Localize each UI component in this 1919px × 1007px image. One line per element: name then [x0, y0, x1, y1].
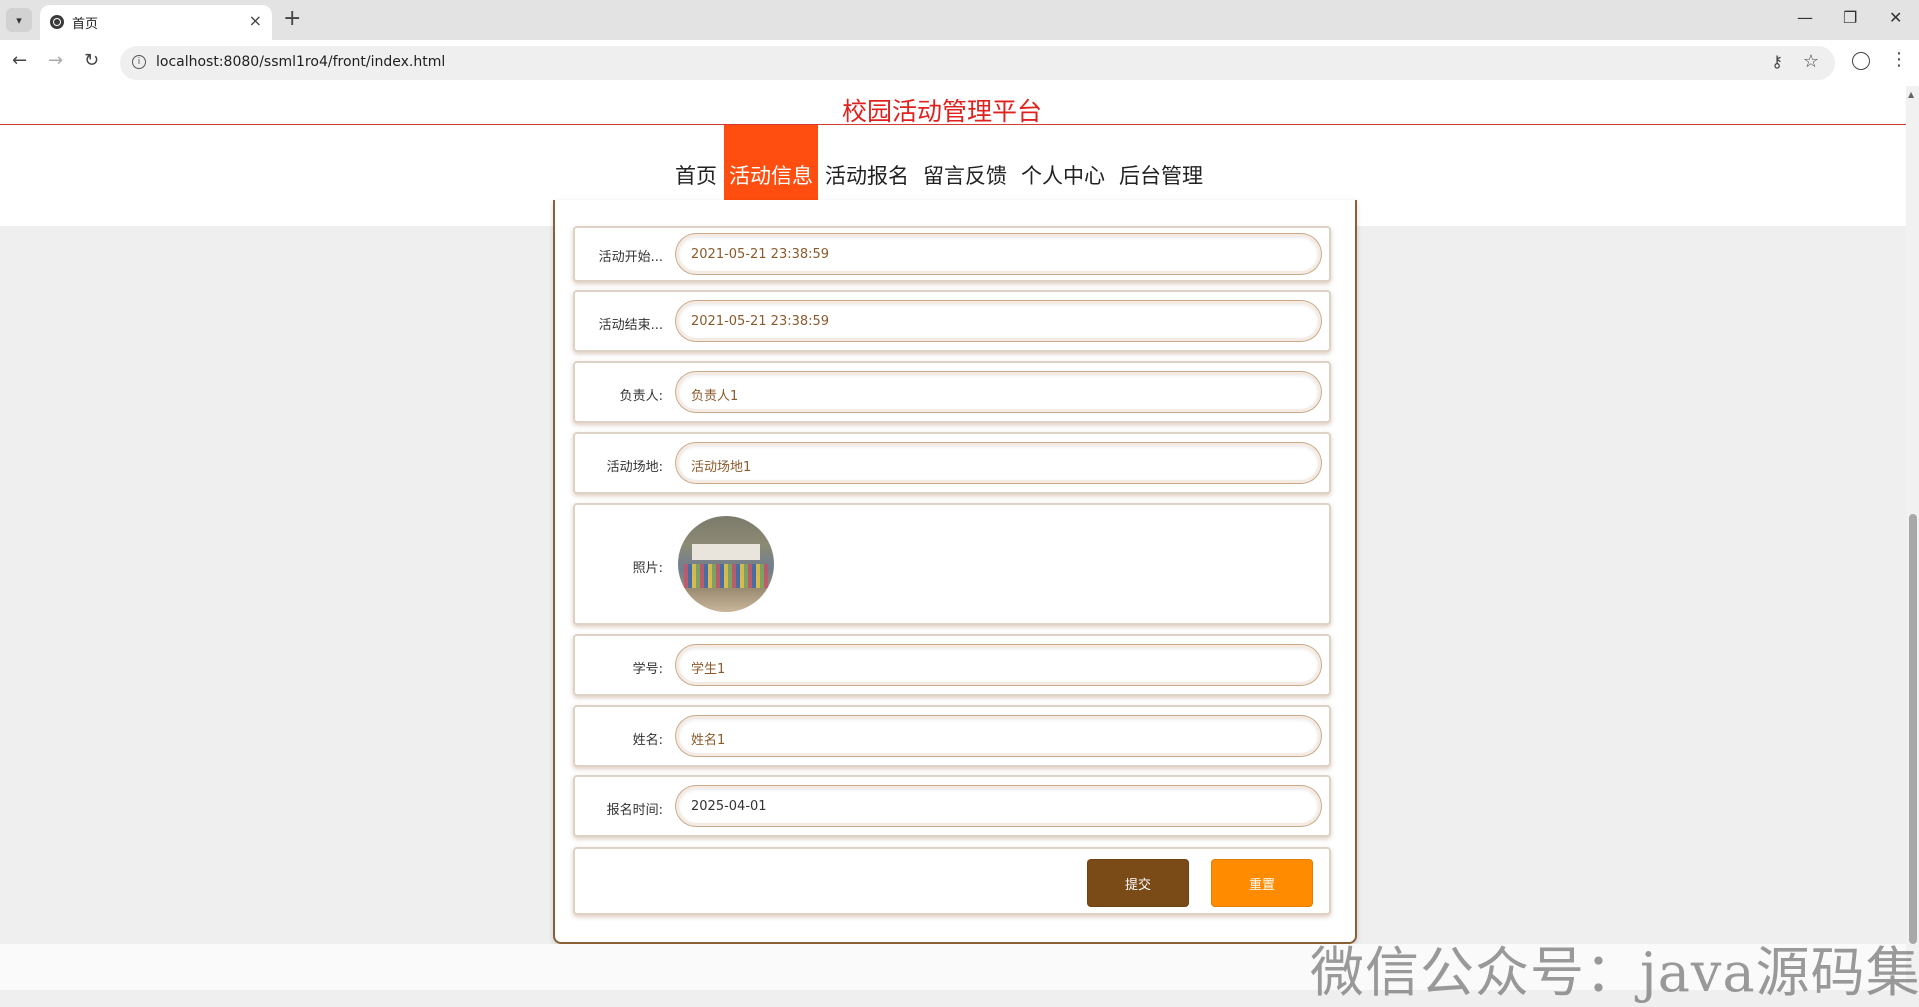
venue-label: 活动场地:	[606, 460, 663, 475]
start-time-value: 2021-05-21 23:38:59	[691, 247, 830, 262]
end-time-label: 活动结束...	[598, 318, 663, 333]
form-row-student-no: 学号: 学生1	[573, 634, 1331, 696]
site-title: 校园活动管理平台	[841, 97, 1042, 126]
forward-icon[interactable]: →	[48, 50, 63, 71]
site-info-icon[interactable]: i	[132, 55, 146, 69]
form-row-name: 姓名: 姓名1	[573, 705, 1331, 767]
more-menu-icon[interactable]: ⋮	[1890, 49, 1908, 70]
scroll-up-icon[interactable]: ▲	[1908, 90, 1914, 99]
end-time-field[interactable]: 2021-05-21 23:38:59	[676, 301, 1321, 341]
signup-time-field[interactable]: 2025-04-01	[676, 786, 1321, 826]
start-time-field[interactable]: 2021-05-21 23:38:59	[676, 234, 1321, 274]
student-no-field[interactable]: 学生1	[676, 645, 1321, 685]
submit-button[interactable]: 提交	[1087, 859, 1189, 907]
browser-toolbar: ← → ↻ i localhost:8080/ssml1ro4/front/in…	[0, 40, 1919, 87]
name-label: 姓名:	[632, 733, 663, 748]
reload-icon[interactable]: ↻	[84, 50, 99, 71]
form-row-venue: 活动场地: 活动场地1	[573, 432, 1331, 494]
form-row-signup-time: 报名时间: 2025-04-01	[573, 775, 1331, 837]
signup-time-label: 报名时间:	[606, 803, 663, 818]
tab-list-button[interactable]: ▾	[6, 8, 32, 32]
url-text[interactable]: localhost:8080/ssml1ro4/front/index.html	[156, 54, 445, 70]
name-field[interactable]: 姓名1	[676, 716, 1321, 756]
venue-field[interactable]: 活动场地1	[676, 443, 1321, 483]
minimize-icon[interactable]: —	[1797, 8, 1813, 27]
photo-label: 照片:	[632, 561, 663, 576]
form-row-owner: 负责人: 负责人1	[573, 361, 1331, 423]
browser-tab-strip: ▾ 首页 × + — ❐ ✕	[0, 0, 1919, 40]
activity-photo[interactable]	[678, 516, 774, 612]
owner-field[interactable]: 负责人1	[676, 372, 1321, 412]
scrollbar-thumb[interactable]	[1909, 514, 1917, 944]
close-window-icon[interactable]: ✕	[1889, 8, 1902, 27]
signup-time-value: 2025-04-01	[691, 799, 767, 814]
browser-tab[interactable]: 首页 ×	[40, 5, 272, 40]
bookmark-star-icon[interactable]: ☆	[1803, 51, 1819, 72]
form-row-end-time: 活动结束... 2021-05-21 23:38:59	[573, 290, 1331, 352]
watermark-text: 微信公众号：java源码集合	[1310, 941, 1919, 1004]
globe-icon	[50, 15, 64, 29]
student-no-label: 学号:	[632, 662, 663, 677]
chevron-down-icon: ▾	[16, 13, 22, 27]
password-key-icon[interactable]: ⚷	[1771, 52, 1783, 71]
profile-icon[interactable]	[1852, 52, 1870, 70]
end-time-value: 2021-05-21 23:38:59	[691, 314, 830, 329]
restore-icon[interactable]: ❐	[1843, 8, 1857, 27]
student-no-value: 学生1	[691, 662, 726, 677]
venue-value: 活动场地1	[691, 460, 752, 475]
form-row-photo: 照片:	[573, 503, 1331, 625]
tab-title: 首页	[72, 17, 99, 32]
reset-button[interactable]: 重置	[1211, 859, 1313, 907]
name-value: 姓名1	[691, 733, 726, 748]
back-icon[interactable]: ←	[12, 50, 27, 71]
new-tab-icon[interactable]: +	[283, 6, 301, 31]
owner-label: 负责人:	[619, 389, 663, 404]
photo-banner	[692, 544, 760, 560]
photo-group	[684, 564, 768, 588]
close-tab-icon[interactable]: ×	[249, 11, 262, 30]
start-time-label: 活动开始...	[598, 250, 663, 265]
owner-value: 负责人1	[691, 389, 739, 404]
form-row-start-time: 活动开始... 2021-05-21 23:38:59	[573, 226, 1331, 282]
address-bar[interactable]: i localhost:8080/ssml1ro4/front/index.ht…	[120, 46, 1835, 80]
